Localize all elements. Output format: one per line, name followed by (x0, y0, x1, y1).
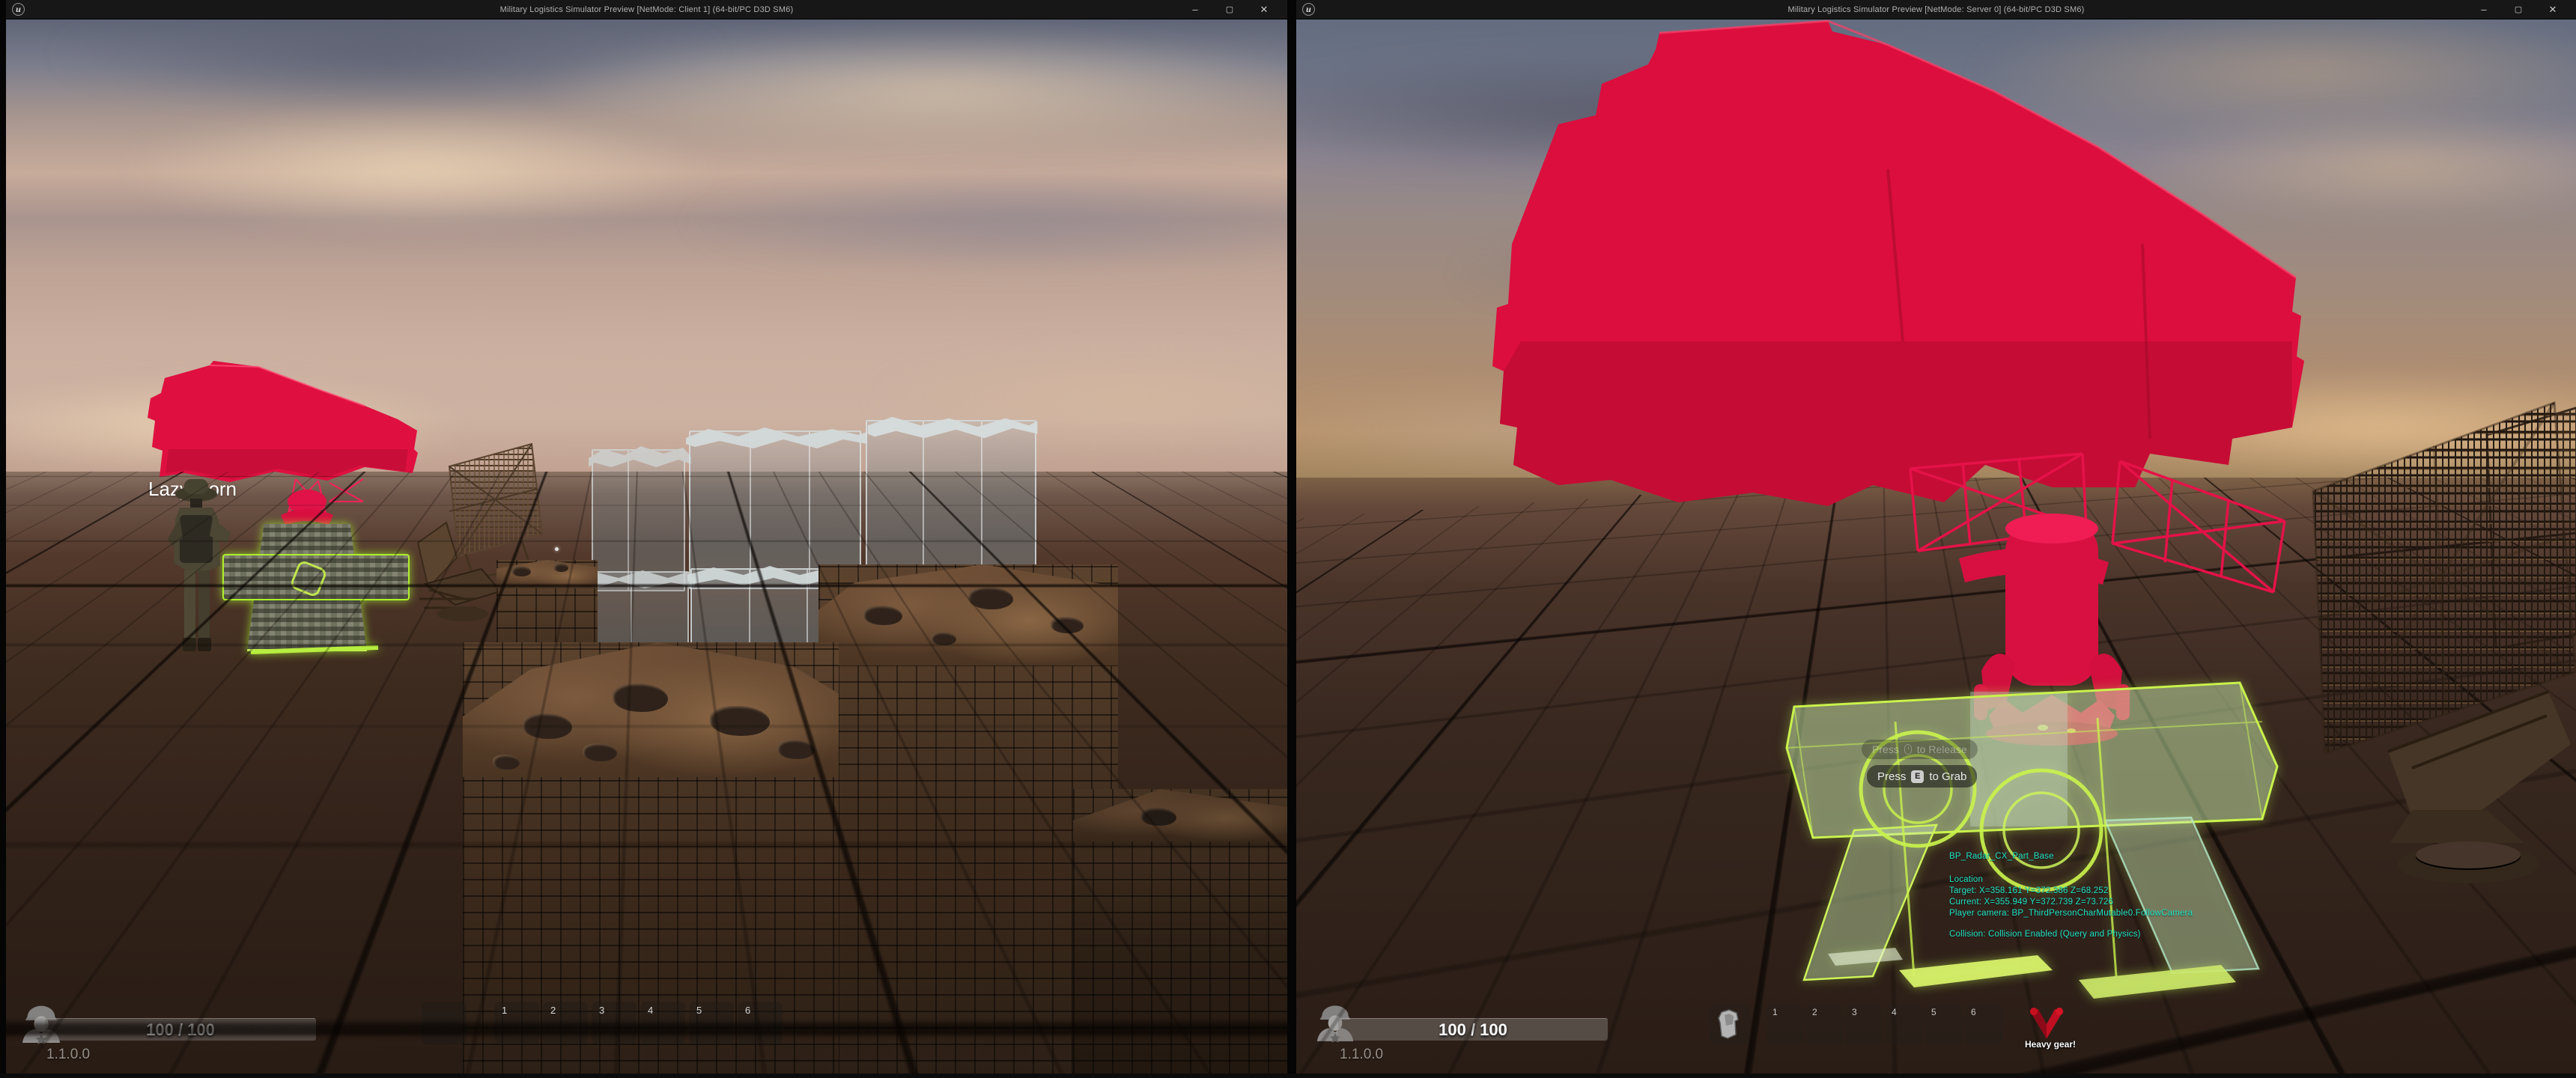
hotbar-slot-6[interactable]: 6 (1965, 1005, 2002, 1045)
grab-prompt: Press E to Grab (1867, 765, 1977, 788)
server-titlebar[interactable]: u Military Logistics Simulator Preview [… (1296, 0, 2576, 19)
taskbar-strip (0, 1074, 2576, 1078)
heavy-gear-label: Heavy gear! (2009, 1039, 2092, 1050)
key-e-badge: E (1911, 770, 1924, 783)
heavy-gear-chevron-icon (2024, 1005, 2069, 1042)
health-bar: 100 / 100 (45, 1018, 316, 1041)
close-button[interactable]: ✕ (1247, 0, 1281, 19)
action-label: to Grab (1929, 770, 1966, 783)
hotbar-slot-3[interactable]: 3 (1846, 1005, 1883, 1045)
minimize-button[interactable]: – (2467, 0, 2501, 19)
client-window-title: Military Logistics Simulator Preview [Ne… (6, 0, 1287, 19)
hotbar-slot-2[interactable]: 2 (1806, 1005, 1844, 1045)
press-label: Press (1877, 770, 1906, 783)
hotbar-slot-3[interactable]: 3 (592, 1002, 637, 1044)
highlighted-radar-base-green (222, 520, 417, 670)
equip-slot[interactable] (422, 1002, 467, 1044)
debug-location-label: Location (1949, 875, 1983, 884)
debug-collision-line: Collision: Collision Enabled (Query and … (1949, 930, 2141, 939)
maximize-button[interactable]: ▢ (1212, 0, 1247, 19)
hotbar-slot-1[interactable]: 1 (494, 1002, 539, 1044)
release-prompt: Press to Release (1862, 740, 1978, 759)
hotbar-slot-5[interactable]: 5 (689, 1002, 734, 1044)
debug-target-line: Target: X=358.161 Y=372.386 Z=68.252 (1949, 886, 2109, 895)
action-label: to Release (1917, 743, 1967, 755)
close-button[interactable]: ✕ (2536, 0, 2570, 19)
highlighted-radar-base-ghost (1783, 677, 2307, 999)
hotbar-slot-4[interactable]: 4 (1886, 1005, 1923, 1045)
debug-actor-name: BP_Radar_CX_Part_Base (1949, 852, 2054, 861)
client-window-controls: – ▢ ✕ (1178, 0, 1281, 19)
soldier-character (159, 472, 237, 689)
hotbar-slot-4[interactable]: 4 (640, 1002, 685, 1044)
mouse-icon (1904, 744, 1912, 755)
debug-camera-line: Player camera: BP_ThirdPersonCharMutable… (1949, 909, 2193, 918)
mesh-radar-antenna (2300, 394, 2576, 933)
health-bar: 100 / 100 (1338, 1018, 1608, 1041)
maximize-button[interactable]: ▢ (2501, 0, 2536, 19)
hotbar-slot-6[interactable]: 6 (738, 1002, 783, 1044)
minimize-button[interactable]: – (1178, 0, 1212, 19)
press-label: Press (1872, 743, 1899, 755)
debug-current-line: Current: X=355.949 Y=372.739 Z=73.726 (1949, 898, 2113, 907)
dirt-gabion (1073, 789, 1287, 1074)
hotbar-slot-2[interactable]: 2 (543, 1002, 588, 1044)
hotbar-slot-1[interactable]: 1 (1767, 1005, 1804, 1045)
armor-item-icon (1717, 1009, 1741, 1039)
client-viewport[interactable]: Lazy.Gorn (6, 19, 1287, 1074)
server-window-title: Military Logistics Simulator Preview [Ne… (1296, 0, 2576, 19)
version-label: 1.1.0.0 (1340, 1047, 1383, 1063)
equip-slot[interactable] (1710, 1005, 1750, 1045)
server-window-controls: – ▢ ✕ (2467, 0, 2570, 19)
server-viewport[interactable]: Press to Release Press E to Grab BP_Rada… (1296, 19, 2576, 1074)
crosshair-dot (555, 547, 559, 551)
version-label: 1.1.0.0 (46, 1047, 90, 1063)
hotbar-slot-5[interactable]: 5 (1925, 1005, 1963, 1045)
client-window: u Military Logistics Simulator Preview [… (6, 0, 1287, 1074)
client-titlebar[interactable]: u Military Logistics Simulator Preview [… (6, 0, 1287, 19)
server-window: u Military Logistics Simulator Preview [… (1296, 0, 2576, 1074)
